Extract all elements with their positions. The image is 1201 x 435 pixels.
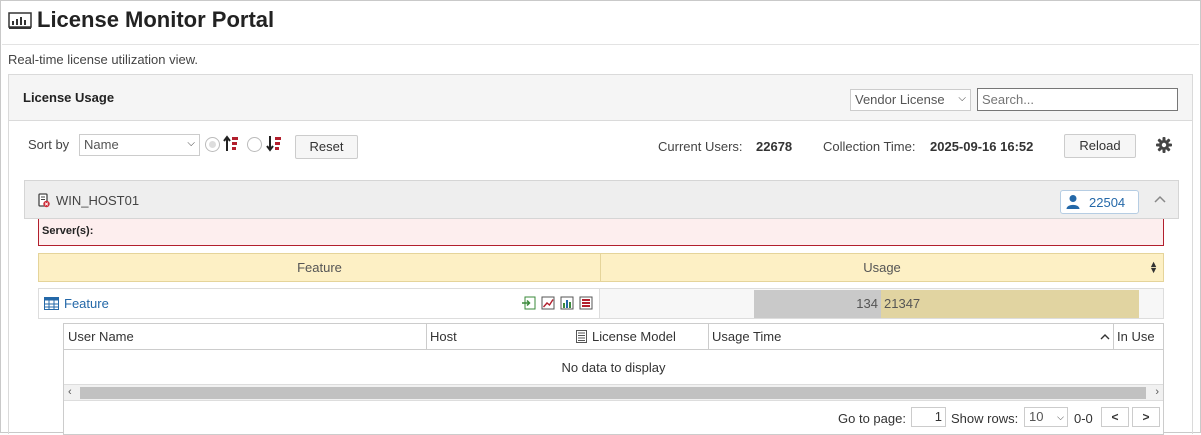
table-icon xyxy=(44,297,59,310)
sort-select-value: Name xyxy=(84,137,119,152)
scrollbar-thumb[interactable] xyxy=(80,387,1146,399)
page-number-input[interactable]: 1 xyxy=(911,407,946,427)
page-title: License Monitor Portal xyxy=(37,7,275,32)
feature-grid-header: Feature Usage ▲ ▼ xyxy=(38,253,1164,282)
title-bar: License Monitor Portal xyxy=(2,2,1199,45)
gear-icon[interactable] xyxy=(1156,137,1172,153)
usage-total-bar: 21347 xyxy=(881,290,1139,318)
column-header-feature[interactable]: Feature xyxy=(39,254,600,281)
current-users-label: Current Users: xyxy=(658,139,743,154)
panel-title: License Usage xyxy=(23,90,115,105)
search-input[interactable] xyxy=(977,88,1178,111)
horizontal-scrollbar[interactable]: ‹ › xyxy=(64,384,1163,401)
go-to-page-label: Go to page: xyxy=(838,411,906,426)
chevron-down-icon: ⌵ xyxy=(958,93,966,104)
server-status-bar: Server(s): xyxy=(38,219,1164,246)
app-window: License Monitor Portal Real-time license… xyxy=(0,0,1201,435)
chevron-down-icon: ⌵ xyxy=(187,138,195,149)
column-header-usage[interactable]: Usage xyxy=(601,254,1163,281)
reset-button[interactable]: Reset xyxy=(295,135,358,159)
vendor-select-value: Vendor License xyxy=(855,92,945,107)
host-name: WIN_HOST01 xyxy=(56,193,140,208)
column-menu-icon[interactable] xyxy=(576,330,587,343)
current-users-value: 22678 xyxy=(756,139,793,154)
sort-label: Sort by xyxy=(28,137,70,152)
sort-ascending-icon xyxy=(223,135,238,151)
sort-select[interactable]: Name ⌵ xyxy=(79,134,200,156)
empty-state-text: No data to display xyxy=(561,360,666,375)
collection-time-value: 2025-09-16 16:52 xyxy=(930,139,1034,154)
feature-row: Feature 134 21347 xyxy=(38,288,1164,319)
sort-ascending-radio[interactable] xyxy=(205,137,220,152)
sort-descending-radio[interactable] xyxy=(247,137,262,152)
usage-cell: 134 21347 xyxy=(600,288,1164,319)
reload-button[interactable]: Reload xyxy=(1064,134,1136,158)
vendor-select[interactable]: Vendor License ⌵ xyxy=(850,89,971,111)
panel-header: License Usage Vendor License ⌵ xyxy=(9,75,1192,121)
sort-both-icon[interactable]: ▲ ▼ xyxy=(1149,260,1158,275)
chevron-up-icon[interactable] xyxy=(1153,192,1167,206)
feature-cell: Feature xyxy=(38,288,600,319)
rows-per-page-select[interactable]: 10 ⌵ xyxy=(1024,407,1068,427)
scroll-right-icon[interactable]: › xyxy=(1155,385,1159,400)
host-header[interactable]: WIN_HOST01 22504 xyxy=(24,180,1179,219)
line-chart-icon[interactable] xyxy=(541,296,555,310)
pagination-bar: Go to page: 1 Show rows: 10 ⌵ 0-0 < > xyxy=(64,402,1163,434)
column-header-in-use[interactable]: In Use xyxy=(1113,324,1163,349)
server-error-icon xyxy=(38,193,50,208)
report-icon[interactable] xyxy=(579,296,593,310)
export-icon[interactable] xyxy=(522,296,536,310)
host-users-count: 22504 xyxy=(1089,195,1126,210)
collection-time-label: Collection Time: xyxy=(823,139,916,154)
user-detail-table: User Name Host License Model Usage Time … xyxy=(63,323,1164,435)
host-users-badge[interactable]: 22504 xyxy=(1060,190,1139,214)
user-table-header: User Name Host License Model Usage Time … xyxy=(64,324,1163,350)
column-header-host[interactable]: Host xyxy=(426,324,576,349)
column-header-usage-time[interactable]: Usage Time xyxy=(708,324,1113,349)
monitor-chart-icon xyxy=(8,12,32,29)
show-rows-label: Show rows: xyxy=(951,411,1019,426)
sort-descending-icon xyxy=(266,136,281,152)
chevron-down-icon: ⌵ xyxy=(1057,412,1064,422)
scroll-left-icon[interactable]: ‹ xyxy=(68,385,72,400)
bar-chart-icon[interactable] xyxy=(560,296,574,310)
license-usage-panel: License Usage Vendor License ⌵ Sort by N… xyxy=(8,74,1193,435)
column-header-user-name[interactable]: User Name xyxy=(64,324,426,349)
usage-used-bar: 134 xyxy=(754,290,881,318)
page-subtitle: Real-time license utilization view. xyxy=(8,52,199,67)
previous-page-button[interactable]: < xyxy=(1101,407,1129,427)
chevron-up-icon[interactable] xyxy=(1100,333,1110,341)
next-page-button[interactable]: > xyxy=(1132,407,1160,427)
feature-link[interactable]: Feature xyxy=(64,296,109,311)
server-label: Server(s): xyxy=(42,225,94,237)
page-range: 0-0 xyxy=(1074,411,1093,426)
rows-per-page-value: 10 xyxy=(1029,409,1044,424)
column-header-license-model[interactable]: License Model xyxy=(588,324,708,349)
user-icon xyxy=(1066,195,1080,209)
